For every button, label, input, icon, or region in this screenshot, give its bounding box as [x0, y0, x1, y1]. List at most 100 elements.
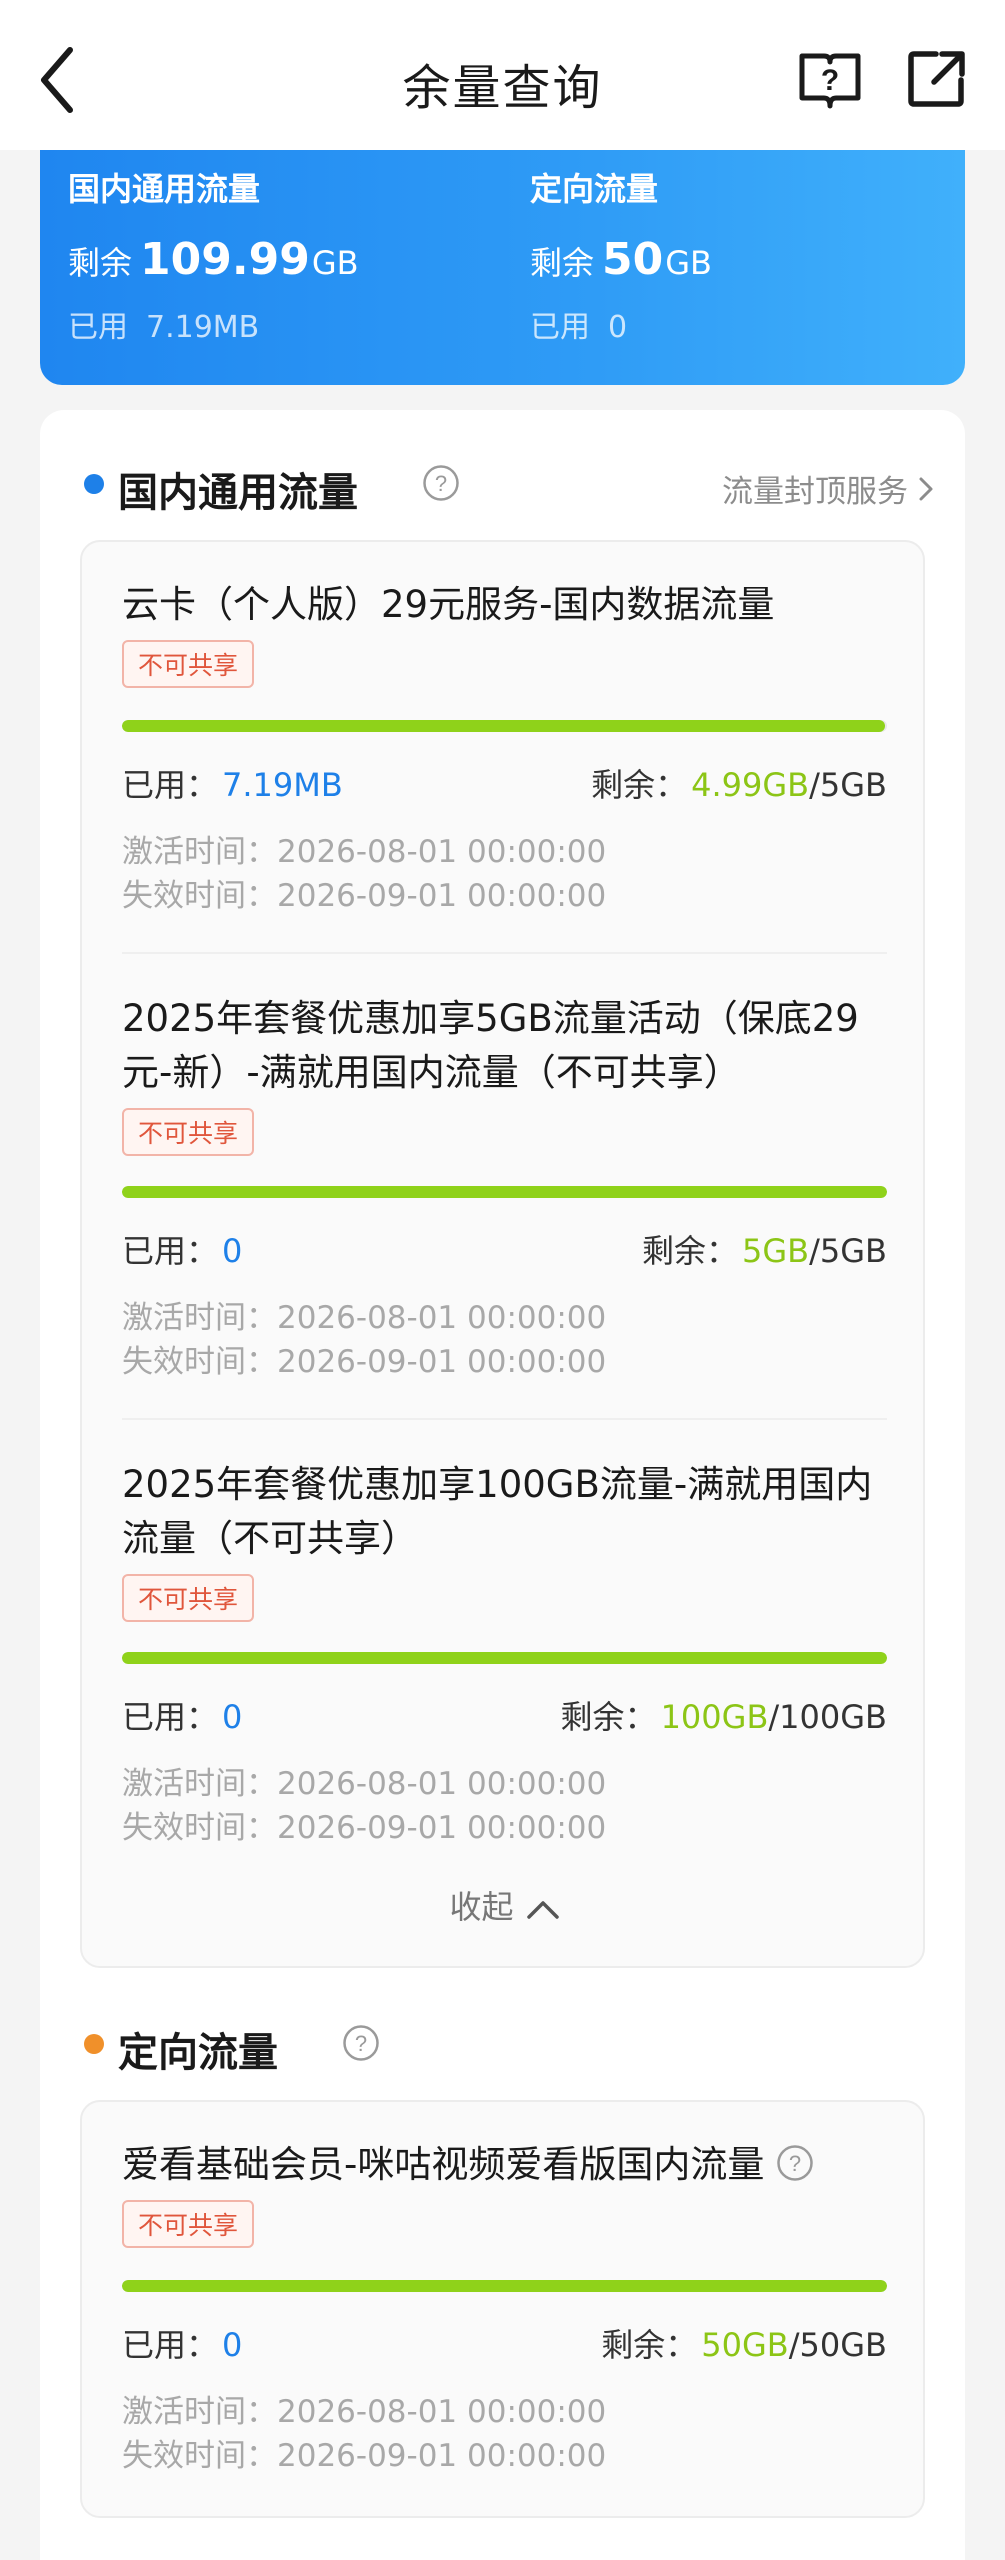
balance-summary-card: 国内通用流量 剩余 109.99GB 已用 7.19MB 定向流量 剩余 50GB 已… [40, 150, 965, 385]
expiration-time: 失效时间：2026-09-01 00:00:00 [122, 878, 607, 914]
targeted-section-header: 定向流量 ? [84, 2012, 934, 2076]
help-book-icon[interactable]: ? [796, 48, 864, 112]
remaining-value: 50GB [701, 2326, 789, 2364]
used-label: 已用： [122, 766, 219, 804]
remaining-label: 剩余： [641, 1232, 738, 1270]
usage-row: 已用： 7.19MB 剩余： 4.99GB/5GB [122, 760, 887, 804]
domestic-section-header: 国内通用流量 ? 流量封顶服务 [84, 452, 934, 516]
plan-title: 2025年套餐优惠加享5GB流量活动（保底29元-新）-满就用国内流量（不可共享… [122, 997, 859, 1094]
divider [122, 1418, 887, 1420]
used-value: 0 [222, 2326, 243, 2364]
remaining-unit: GB [311, 244, 359, 282]
orange-dot-icon [84, 2034, 104, 2054]
used-amount: 已用： 0 [122, 2320, 242, 2366]
used-value: 7.19MB [146, 310, 260, 345]
summary-domestic-remaining: 剩余 109.99GB [68, 234, 359, 285]
plan-item: 云卡（个人版）29元服务-国内数据流量 不可共享 [122, 578, 887, 688]
svg-text:?: ? [789, 2151, 801, 2176]
plan-title: 云卡（个人版）29元服务-国内数据流量 [122, 583, 775, 626]
summary-targeted: 定向流量 剩余 50GB 已用 0 [530, 150, 970, 385]
remaining-value: 50 [602, 234, 664, 285]
external-link-icon[interactable] [906, 48, 968, 110]
remaining-amount: 剩余： 50GB/50GB [601, 2320, 887, 2366]
svg-text:?: ? [435, 471, 447, 496]
used-amount: 已用： 7.19MB [122, 760, 343, 806]
remaining-amount: 剩余： 4.99GB/5GB [591, 760, 887, 806]
usage-detail-panel: 国内通用流量 ? 流量封顶服务 云卡（个人版）29元服务-国内数据流量 不可共享… [40, 410, 965, 2560]
expiration-time: 失效时间：2026-09-01 00:00:00 [122, 2438, 607, 2474]
activation-time: 激活时间：2026-08-01 00:00:00 [122, 1766, 607, 1802]
plan-item: 爱看基础会员-咪咕视频爱看版国内流量? 不可共享 [122, 2138, 887, 2248]
remaining-label: 剩余： [560, 1698, 657, 1736]
collapse-label: 收起 [449, 1888, 514, 1926]
domestic-plans-card: 云卡（个人版）29元服务-国内数据流量 不可共享 已用： 7.19MB 剩余： 4.… [80, 540, 925, 1968]
activation-time: 激活时间：2026-08-01 00:00:00 [122, 834, 607, 870]
usage-progress-bar [122, 2280, 887, 2292]
collapse-button[interactable]: 收起 [82, 1882, 927, 1928]
usage-progress-fill [122, 1652, 887, 1664]
svg-text:?: ? [821, 64, 839, 97]
remaining-value: 100GB [660, 1698, 769, 1736]
not-shareable-badge: 不可共享 [122, 2200, 255, 2248]
remaining-unit: GB [665, 244, 712, 282]
expiration-time: 失效时间：2026-09-01 00:00:00 [122, 1344, 607, 1380]
question-circle-icon[interactable]: ? [422, 464, 460, 502]
plan-title: 2025年套餐优惠加享100GB流量-满就用国内流量（不可共享） [122, 1463, 873, 1560]
not-shareable-badge: 不可共享 [122, 1574, 255, 1622]
usage-row: 已用： 0 剩余： 5GB/5GB [122, 1226, 887, 1270]
usage-row: 已用： 0 剩余： 50GB/50GB [122, 2320, 887, 2364]
used-amount: 已用： 0 [122, 1692, 242, 1738]
summary-domestic-title: 国内通用流量 [68, 170, 261, 208]
data-cap-service-link[interactable]: 流量封顶服务 [722, 466, 934, 511]
total-value: /50GB [788, 2326, 887, 2364]
targeted-plans-card: 爱看基础会员-咪咕视频爱看版国内流量? 不可共享 已用： 0 剩余： 50GB/50… [80, 2100, 925, 2518]
used-label: 已用 [68, 310, 128, 345]
usage-progress-fill [122, 1186, 887, 1198]
data-cap-service-label: 流量封顶服务 [722, 474, 908, 510]
remaining-label: 剩余 [530, 244, 595, 282]
plan-item: 2025年套餐优惠加享100GB流量-满就用国内流量（不可共享） 不可共享 [122, 1458, 887, 1622]
usage-progress-fill [122, 720, 886, 732]
summary-targeted-remaining: 剩余 50GB [530, 234, 712, 285]
remaining-label: 剩余： [591, 766, 688, 804]
summary-targeted-used: 已用 0 [530, 302, 627, 346]
remaining-value: 5GB [742, 1232, 810, 1270]
remaining-label: 剩余： [601, 2326, 698, 2364]
chevron-up-icon [514, 1888, 560, 1926]
svg-text:?: ? [355, 2031, 367, 2056]
used-label: 已用： [122, 1232, 219, 1270]
remaining-amount: 剩余： 5GB/5GB [642, 1226, 887, 1272]
not-shareable-badge: 不可共享 [122, 1108, 255, 1156]
top-bar: 余量查询 ? [0, 0, 1005, 150]
usage-row: 已用： 0 剩余： 100GB/100GB [122, 1692, 887, 1736]
usage-progress-bar [122, 1186, 887, 1198]
used-value: 0 [608, 310, 628, 345]
plan-title-row: 爱看基础会员-咪咕视频爱看版国内流量? [122, 2138, 887, 2192]
used-amount: 已用： 0 [122, 1226, 242, 1272]
plan-title: 爱看基础会员-咪咕视频爱看版国内流量 [122, 2143, 765, 2186]
usage-progress-bar [122, 1652, 887, 1664]
used-label: 已用： [122, 1698, 219, 1736]
plan-item: 2025年套餐优惠加享5GB流量活动（保底29元-新）-满就用国内流量（不可共享… [122, 992, 887, 1156]
blue-dot-icon [84, 474, 104, 494]
used-value: 0 [222, 1232, 243, 1270]
activation-time: 激活时间：2026-08-01 00:00:00 [122, 2394, 607, 2430]
divider [122, 952, 887, 954]
remaining-label: 剩余 [68, 244, 133, 282]
question-circle-icon[interactable]: ? [776, 2144, 814, 2182]
targeted-section-title: 定向流量 [118, 2030, 278, 2076]
usage-progress-bar [122, 720, 887, 732]
used-value: 7.19MB [222, 766, 343, 804]
used-label: 已用 [530, 310, 590, 345]
not-shareable-badge: 不可共享 [122, 640, 255, 688]
total-value: /5GB [809, 1232, 887, 1270]
remaining-value: 109.99 [140, 234, 310, 285]
summary-targeted-title: 定向流量 [530, 170, 659, 208]
question-circle-icon[interactable]: ? [342, 2024, 380, 2062]
chevron-right-icon [918, 474, 934, 510]
expiration-time: 失效时间：2026-09-01 00:00:00 [122, 1810, 607, 1846]
remaining-amount: 剩余： 100GB/100GB [561, 1692, 887, 1738]
total-value: /5GB [809, 766, 887, 804]
summary-domestic: 国内通用流量 剩余 109.99GB 已用 7.19MB [68, 150, 508, 385]
activation-time: 激活时间：2026-08-01 00:00:00 [122, 1300, 607, 1336]
